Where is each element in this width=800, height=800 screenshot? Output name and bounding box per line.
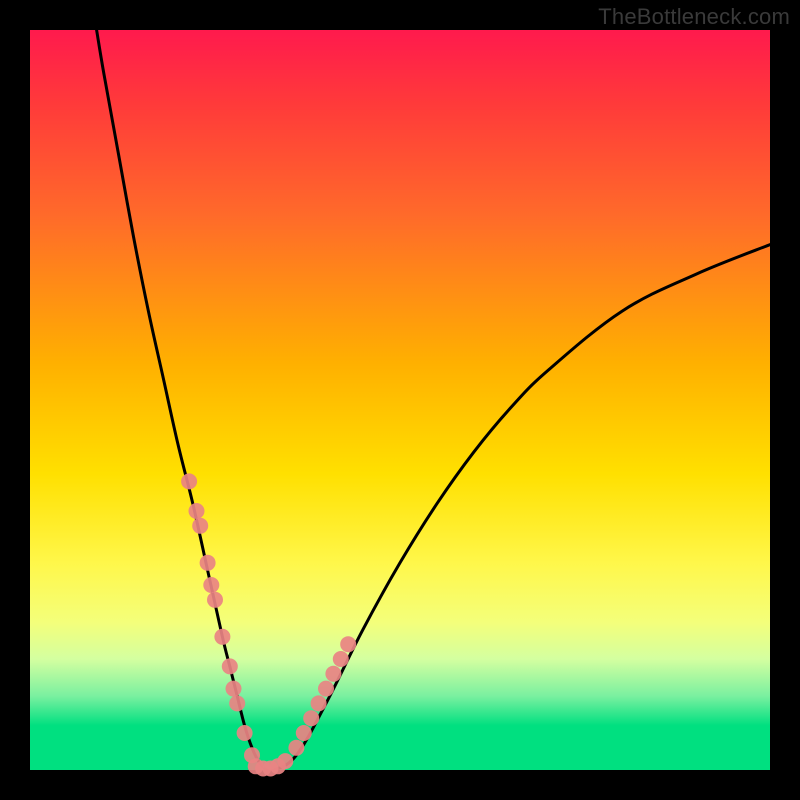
data-point <box>203 577 219 593</box>
data-point <box>303 710 319 726</box>
chart-frame: TheBottleneck.com <box>0 0 800 800</box>
data-point <box>207 592 223 608</box>
data-point <box>277 753 293 769</box>
data-point <box>181 473 197 489</box>
data-point <box>214 629 230 645</box>
data-point <box>229 695 245 711</box>
data-point <box>325 666 341 682</box>
data-point <box>222 658 238 674</box>
plot-area <box>30 30 770 770</box>
data-point <box>189 503 205 519</box>
chart-svg <box>30 30 770 770</box>
data-point <box>296 725 312 741</box>
scatter-left <box>181 473 260 763</box>
data-point <box>226 681 242 697</box>
watermark-text: TheBottleneck.com <box>598 4 790 30</box>
data-point <box>200 555 216 571</box>
scatter-right <box>288 636 356 756</box>
data-point <box>318 681 334 697</box>
data-point <box>340 636 356 652</box>
data-point <box>192 518 208 534</box>
data-point <box>311 695 327 711</box>
data-point <box>333 651 349 667</box>
data-point <box>288 740 304 756</box>
v-curve-line <box>97 30 770 772</box>
data-point <box>237 725 253 741</box>
